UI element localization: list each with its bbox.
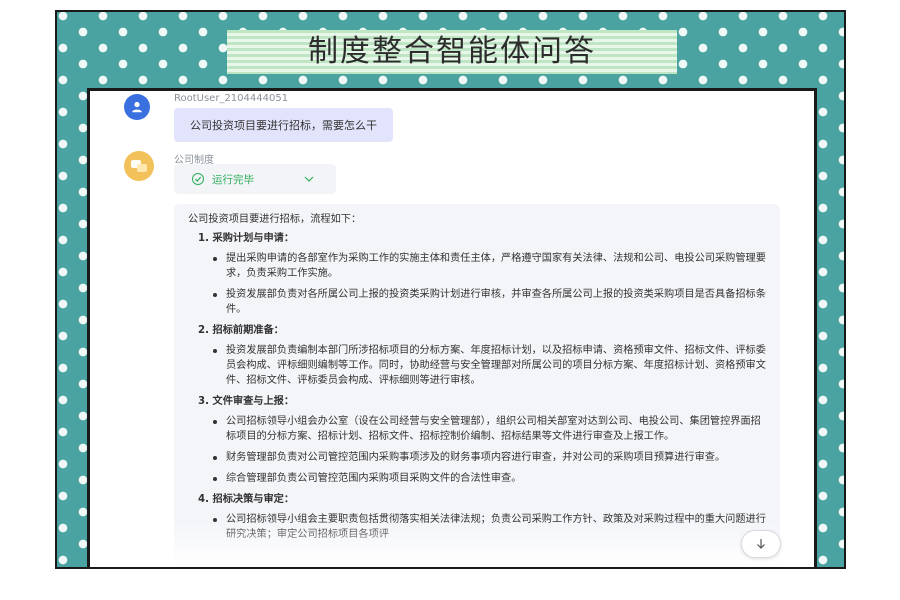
username: RootUser_2104444051 [174,93,289,104]
bullet-item: 综合管理部负责公司管控范围内采购项目采购文件的合法性审查。 [213,471,766,486]
user-avatar [124,94,150,120]
run-status-toggle[interactable]: 运行完毕 [174,164,336,194]
bullet-item: 公司招标领导小组会办公室（设在公司经营与安全管理部），组织公司相关部室对达到公司… [213,414,766,444]
chat-panel[interactable]: RootUser_2104444051 公司投资项目要进行招标，需要怎么干 公司… [87,88,817,567]
answer-section: 3. 文件审查与上报： 公司招标领导小组会办公室（设在公司经营与安全管理部），组织… [198,394,766,486]
arrow-down-icon [757,539,765,549]
section-heading: 4. 招标决策与审定： [198,494,295,505]
answer-section: 2. 招标前期准备： 投资发展部负责编制本部门所涉招标项目的分标方案、年度招标计划… [198,323,766,388]
bullet-item: 投资发展部负责对各所属公司上报的投资类采购计划进行审核，并审查各所属公司上报的投… [213,289,766,315]
app-frame: 制度整合智能体问答 RootUser_2104444051 公司投资项目要进行招… [55,10,846,569]
bot-avatar [124,151,154,181]
check-circle-icon [192,173,204,185]
section-heading: 2. 招标前期准备： [198,325,284,336]
chat-bubbles-icon [131,160,147,172]
bot-answer: 公司投资项目要进行招标，流程如下： 1. 采购计划与申请： 提出采购申请的各部室作… [174,204,780,567]
user-icon [132,101,142,113]
status-label: 运行完毕 [212,173,254,186]
answer-section: 1. 采购计划与申请： 提出采购申请的各部室作为采购工作的实施主体和责任主体，严格… [198,231,766,317]
bullet-item: 投资发展部负责编制本部门所涉招标项目的分标方案、年度招标计划，以及招标申请、资格… [213,345,766,386]
bullet-item: 提出采购申请的各部室作为采购工作的实施主体和责任主体，严格遵守国家有关法律、法规… [213,253,766,279]
bullet-item: 财务管理部负责对公司管控范围内采购事项涉及的财务事项内容进行审查，并对公司的采购… [213,450,766,465]
title-banner: 制度整合智能体问答 [227,30,677,74]
chevron-down-icon[interactable] [304,174,314,185]
answer-sections: 1. 采购计划与申请： 提出采购申请的各部室作为采购工作的实施主体和责任主体，严格… [188,231,766,542]
answer-intro: 公司投资项目要进行招标，流程如下： [188,214,362,225]
section-heading: 3. 文件审查与上报： [198,396,295,407]
page-title: 制度整合智能体问答 [308,34,596,69]
scroll-to-bottom-button[interactable] [741,530,781,558]
fade-overlay [174,521,780,567]
section-heading: 1. 采购计划与申请： [198,233,295,244]
user-message-bubble: 公司投资项目要进行招标，需要怎么干 [174,108,393,142]
